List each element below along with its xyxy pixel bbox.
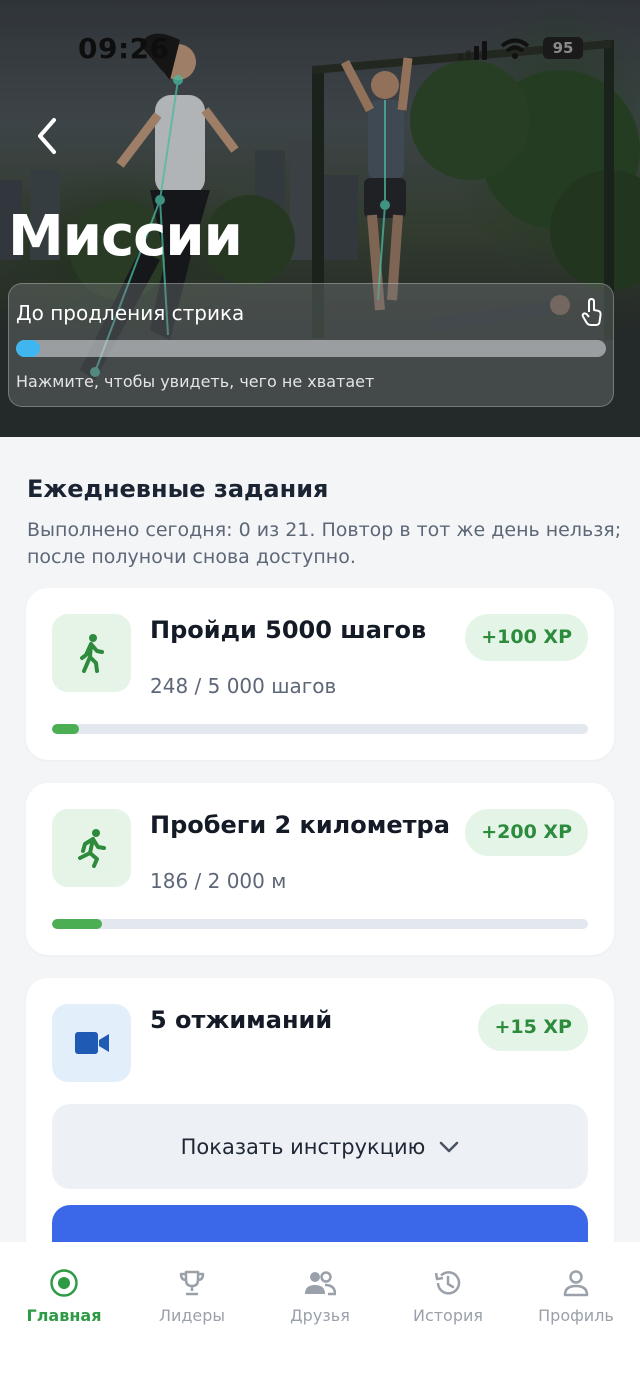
chevron-down-icon [440,1141,459,1152]
tab-label: Лидеры [158,1306,226,1325]
task-card-pushups[interactable]: 5 отжиманий +15 XP Показать инструкцию [26,978,614,1242]
daily-tasks-description: Выполнено сегодня: 0 из 21. Повтор в тот… [27,519,622,568]
cellular-signal-icon [458,40,487,60]
tap-hand-icon [581,298,602,326]
task-progress-bar [52,919,588,929]
show-instruction-button[interactable]: Показать инструкцию [52,1104,588,1189]
task-icon-box [52,614,131,692]
task-progress-fill [52,724,79,734]
tab-friends[interactable]: Друзья [256,1266,384,1336]
start-task-button[interactable] [52,1205,588,1242]
tab-label: Друзья [290,1306,350,1325]
wifi-icon [500,38,530,59]
status-bar: 09:26 95 [0,30,640,70]
trophy-icon [179,1270,205,1296]
tab-label: История [412,1306,484,1325]
task-name: 5 отжиманий [150,1006,333,1034]
tab-leaders[interactable]: Лидеры [128,1266,256,1336]
profile-icon [563,1270,589,1297]
friends-icon [305,1271,336,1296]
task-card-steps[interactable]: Пройди 5000 шагов 248 / 5 000 шагов +100… [26,588,614,760]
task-progress-text: 186 / 2 000 м [150,869,287,893]
task-progress-bar [52,724,588,734]
xp-badge: +100 XP [465,614,588,661]
status-time: 09:26 [78,32,170,65]
daily-tasks-title: Ежедневные задания [27,475,329,503]
streak-progress-fill [16,340,40,357]
home-target-icon [50,1269,78,1297]
task-icon-box [52,809,131,887]
tab-label: Главная [26,1306,102,1325]
show-instruction-label: Показать инструкцию [180,1134,426,1159]
task-progress-text: 248 / 5 000 шагов [150,674,337,698]
tab-profile[interactable]: Профиль [512,1266,640,1336]
tab-home[interactable]: Главная [0,1266,128,1336]
streak-progress-bar [16,340,606,357]
running-icon [77,829,106,868]
task-progress-fill [52,919,102,929]
task-card-run[interactable]: Пробеги 2 километра 186 / 2 000 м +200 X… [26,783,614,955]
xp-badge: +15 XP [478,1004,588,1051]
task-name: Пройди 5000 шагов [150,616,427,644]
back-arrow-icon[interactable] [30,116,66,156]
walking-icon [79,634,104,673]
battery-indicator: 95 [543,37,583,59]
streak-card[interactable]: До продления стрика Нажмите, чтобы увиде… [8,283,614,407]
task-icon-box [52,1004,131,1082]
xp-badge: +200 XP [465,809,588,856]
task-name: Пробеги 2 километра [150,811,450,839]
missions-content[interactable]: Ежедневные задания Выполнено сегодня: 0 … [0,437,640,1242]
hero-banner: 09:26 95 Миссии До продления стрика Нажм… [0,0,640,437]
history-icon [434,1271,461,1295]
tab-label: Профиль [538,1306,614,1325]
page-title: Миссии [8,204,243,269]
tab-history[interactable]: История [384,1266,512,1336]
streak-label: До продления стрика [16,301,245,325]
bottom-tab-bar: Главная Лидеры Друзья История Профиль [0,1242,640,1387]
streak-hint: Нажмите, чтобы увидеть, чего не хватает [16,372,375,391]
video-camera-icon [74,1032,109,1054]
